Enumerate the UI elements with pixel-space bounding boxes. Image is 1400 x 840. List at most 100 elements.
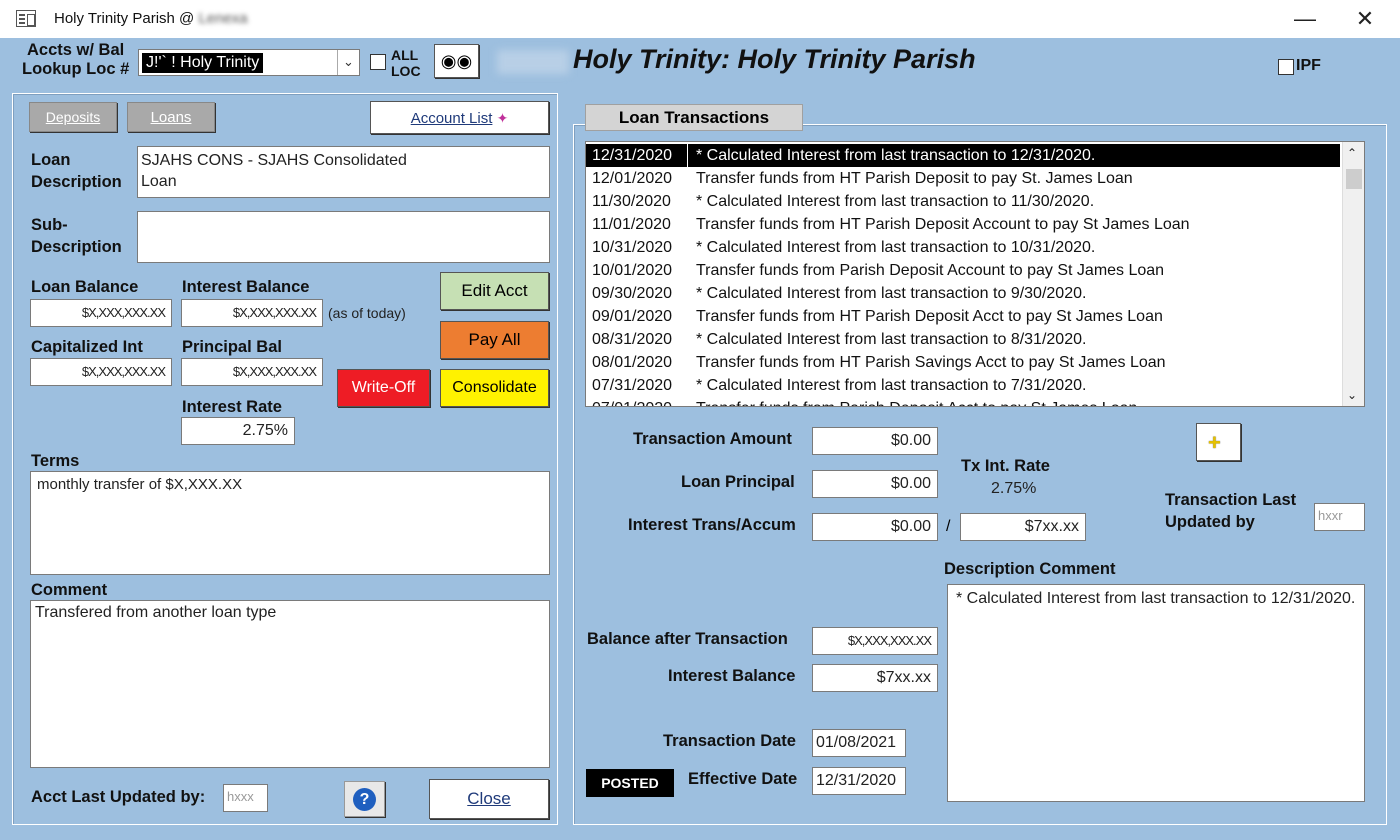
loans-button-label: Loans [150, 109, 192, 126]
lookup-label: Accts w/ Bal Lookup Loc # [22, 41, 129, 79]
all-loc-label: ALL LOC [391, 47, 421, 79]
transaction-date: 07/01/2020 [592, 397, 672, 406]
loan-description-label-line1: Loan [31, 151, 71, 169]
binoculars-search-button[interactable]: ◉◉ [434, 44, 479, 78]
close-icon[interactable]: ✕ [1342, 4, 1388, 34]
ipf-checkbox[interactable] [1278, 59, 1294, 75]
chevron-down-icon[interactable]: ⌄ [337, 50, 359, 75]
capitalized-int-label: Capitalized Int [31, 338, 143, 356]
minimize-icon[interactable]: — [1282, 4, 1328, 34]
write-off-button[interactable]: Write-Off [337, 369, 430, 407]
close-button[interactable]: Close [429, 779, 549, 819]
redacted-loc-number [497, 50, 569, 74]
loan-principal-field[interactable]: $0.00 [812, 470, 938, 498]
all-loc-label-line2: LOC [391, 63, 421, 79]
principal-bal-label: Principal Bal [182, 338, 282, 356]
transaction-row[interactable]: 11/01/2020 Transfer funds from HT Parish … [586, 213, 1340, 236]
tx-last-updated-label-line1: Transaction Last [1165, 491, 1297, 509]
capitalized-int-field[interactable]: $X,XXX,XXX.XX [30, 358, 172, 386]
window-title-host: Lenexa [198, 10, 248, 27]
deposits-button[interactable]: Deposits [29, 102, 117, 132]
transactions-list-rows: 12/31/2020 * Calculated Interest from la… [586, 144, 1340, 406]
edit-acct-button[interactable]: Edit Acct [440, 272, 549, 310]
transaction-row[interactable]: 08/31/2020 * Calculated Interest from la… [586, 328, 1340, 351]
transaction-text: * Calculated Interest from last transact… [696, 147, 1096, 164]
transaction-row[interactable]: 07/31/2020 * Calculated Interest from la… [586, 374, 1340, 397]
tx-last-updated-label-line2: Updated by [1165, 513, 1255, 531]
tx-date-field[interactable]: 01/08/2021 [812, 729, 906, 757]
transaction-row[interactable]: 11/30/2020 * Calculated Interest from la… [586, 190, 1340, 213]
lookup-label-line2: Lookup Loc # [22, 60, 130, 78]
account-list-button[interactable]: Account List ✦ [370, 101, 549, 134]
interest-balance-field[interactable]: $X,XXX,XXX.XX [181, 299, 323, 327]
all-loc-checkbox[interactable] [370, 54, 386, 70]
terms-field[interactable]: monthly transfer of $X,XXX.XX [30, 471, 550, 575]
tab-loan-transactions[interactable]: Loan Transactions [585, 104, 803, 131]
transaction-date: 11/30/2020 [592, 193, 671, 210]
scroll-up-icon[interactable]: ⌃ [1347, 146, 1357, 160]
transaction-text: * Calculated Interest from last transact… [696, 331, 1087, 348]
loan-description-label: Loan Description [31, 149, 122, 193]
interest-rate-field[interactable]: 2.75% [181, 417, 295, 445]
loan-balance-field[interactable]: $X,XXX,XXX.XX [30, 299, 172, 327]
loan-description-field[interactable]: SJAHS CONS - SJAHS Consolidated Loan [137, 146, 550, 198]
sub-description-label: Sub- Description [31, 214, 122, 258]
balance-after-field[interactable]: $X,XXX,XXX.XX [812, 627, 938, 655]
transaction-text: Transfer funds from Parish Deposit Accou… [696, 262, 1165, 279]
sub-description-field[interactable] [137, 211, 550, 263]
plus-icon: + [1208, 430, 1221, 455]
posted-badge: POSTED [586, 769, 674, 797]
terms-label: Terms [31, 452, 80, 470]
tx-date-label: Transaction Date [663, 732, 796, 750]
right-interest-balance-field[interactable]: $7xx.xx [812, 664, 938, 692]
window-title-text: Holy Trinity Parish @ [54, 10, 195, 27]
lookup-label-line1: Accts w/ Bal [27, 41, 125, 59]
as-of-today-note: (as of today) [328, 305, 406, 321]
effective-date-field[interactable]: 12/31/2020 [812, 767, 906, 795]
transaction-row[interactable]: 09/01/2020 Transfer funds from HT Parish … [586, 305, 1340, 328]
transactions-scrollbar[interactable]: ⌃ ⌄ [1342, 142, 1364, 406]
transaction-row[interactable]: 09/30/2020 * Calculated Interest from la… [586, 282, 1340, 305]
desc-comment-field[interactable]: * Calculated Interest from last transact… [947, 584, 1365, 802]
scroll-down-icon[interactable]: ⌄ [1347, 388, 1357, 402]
consolidate-button[interactable]: Consolidate [440, 369, 549, 407]
transaction-row[interactable]: 12/31/2020 * Calculated Interest from la… [586, 144, 1340, 167]
transaction-text: * Calculated Interest from last transact… [696, 193, 1095, 210]
interest-accum-field[interactable]: $7xx.xx [960, 513, 1086, 541]
interest-divider: / [946, 518, 951, 535]
transaction-row[interactable]: 10/31/2020 * Calculated Interest from la… [586, 236, 1340, 259]
transactions-list[interactable]: 12/31/2020 * Calculated Interest from la… [585, 141, 1365, 407]
comment-field[interactable]: Transfered from another loan type [30, 600, 550, 768]
loan-balance-label: Loan Balance [31, 278, 139, 296]
help-button[interactable]: ? [344, 781, 385, 817]
transaction-text: * Calculated Interest from last transact… [696, 377, 1087, 394]
lookup-loc-select[interactable]: J!'` ! Holy Trinity ⌄ [138, 49, 360, 76]
tx-amount-label: Transaction Amount [633, 430, 792, 448]
window-title: Holy Trinity Parish @ Lenexa [54, 10, 248, 27]
transaction-text: Transfer funds from HT Parish Savings Ac… [696, 354, 1166, 371]
tx-int-rate-value: 2.75% [991, 480, 1037, 497]
interest-trans-field[interactable]: $0.00 [812, 513, 938, 541]
sub-description-label-line1: Sub- [31, 216, 68, 234]
scrollbar-thumb[interactable] [1346, 169, 1362, 189]
transaction-date: 12/31/2020 [592, 147, 673, 164]
loans-button[interactable]: Loans [127, 102, 215, 132]
pay-all-button[interactable]: Pay All [440, 321, 549, 359]
loan-description-line2: Loan [141, 173, 177, 190]
add-transaction-button[interactable]: + [1196, 423, 1241, 461]
all-loc-label-line1: ALL [391, 47, 419, 63]
transaction-text: Transfer funds from HT Parish Deposit Ac… [696, 308, 1163, 325]
form-title: Holy Trinity: Holy Trinity Parish [573, 44, 976, 74]
transaction-row[interactable]: 07/01/2020 Transfer funds from Parish Dep… [586, 397, 1340, 406]
transaction-date: 09/01/2020 [592, 308, 673, 325]
acct-last-updated-field: hxxx [223, 784, 268, 812]
transaction-date: 10/31/2020 [592, 239, 673, 256]
form-app-icon [16, 10, 36, 27]
principal-bal-field[interactable]: $X,XXX,XXX.XX [181, 358, 323, 386]
transaction-row[interactable]: 12/01/2020 Transfer funds from HT Parish … [586, 167, 1340, 190]
tx-amount-field[interactable]: $0.00 [812, 427, 938, 455]
ipf-label: IPF [1296, 57, 1321, 74]
transaction-row[interactable]: 08/01/2020 Transfer funds from HT Parish … [586, 351, 1340, 374]
transaction-row[interactable]: 10/01/2020 Transfer funds from Parish Dep… [586, 259, 1340, 282]
effective-date-label: Effective Date [688, 770, 798, 788]
